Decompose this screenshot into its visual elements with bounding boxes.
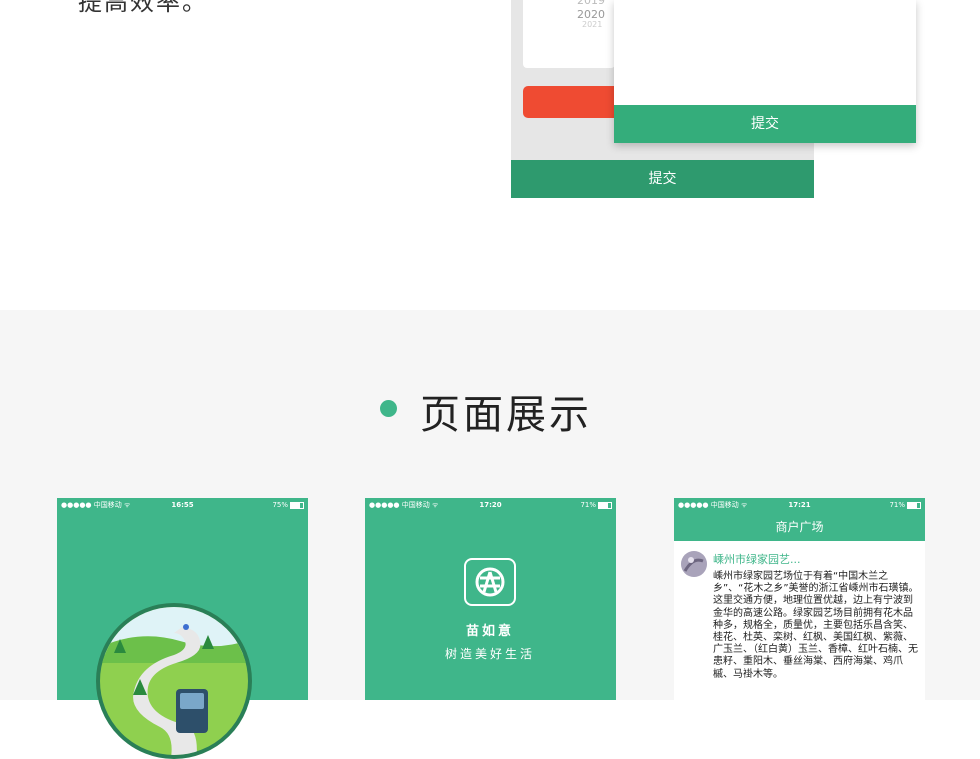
section-dot-icon	[380, 400, 397, 417]
brand-slogan: 树造美好生活	[444, 647, 535, 661]
battery-icon	[598, 501, 612, 509]
clock: 17:21	[788, 501, 811, 509]
clock: 16:55	[171, 501, 194, 509]
battery-percent: 71%	[580, 501, 596, 509]
avatar[interactable]	[681, 551, 707, 577]
merchant-title: 商户广场	[775, 520, 824, 534]
battery-indicator: 71%	[889, 498, 921, 512]
shop-description: 嵊州市绿家园艺场位于有着“中国木兰之乡”、“花木之乡”美誉的浙江省嵊州市石璜镇。…	[713, 571, 919, 680]
year-option[interactable]: 2021	[582, 20, 602, 29]
road-illustration	[96, 603, 252, 759]
battery-icon	[290, 501, 304, 509]
status-bar: ●●●●● 中国移动 ᯤ 16:55 75%	[57, 498, 308, 512]
submit-button-front[interactable]: 提交	[614, 105, 916, 143]
brand-name: 苗如意	[465, 624, 514, 639]
shop-name-link[interactable]: 嵊州市绿家园艺...	[713, 551, 801, 567]
battery-percent: 71%	[889, 501, 905, 509]
status-bar: ●●●●● 中国移动 ᯤ 17:20 71%	[365, 498, 616, 512]
battery-indicator: 71%	[580, 498, 612, 512]
year-option[interactable]: 2019	[577, 0, 605, 7]
road-illustration-icon	[100, 607, 248, 755]
status-bar: ●●●●● 中国移动 ᯤ 17:21 71%	[674, 498, 925, 512]
battery-icon	[907, 501, 921, 509]
battery-percent: 75%	[272, 501, 288, 509]
intro-text: 提高效率。	[78, 0, 208, 16]
submit-button-back[interactable]: 提交	[511, 160, 814, 198]
clock: 17:20	[479, 501, 502, 509]
section-title: 页面展示	[420, 392, 592, 438]
brand-logo-icon	[464, 558, 516, 606]
battery-indicator: 75%	[272, 498, 304, 512]
